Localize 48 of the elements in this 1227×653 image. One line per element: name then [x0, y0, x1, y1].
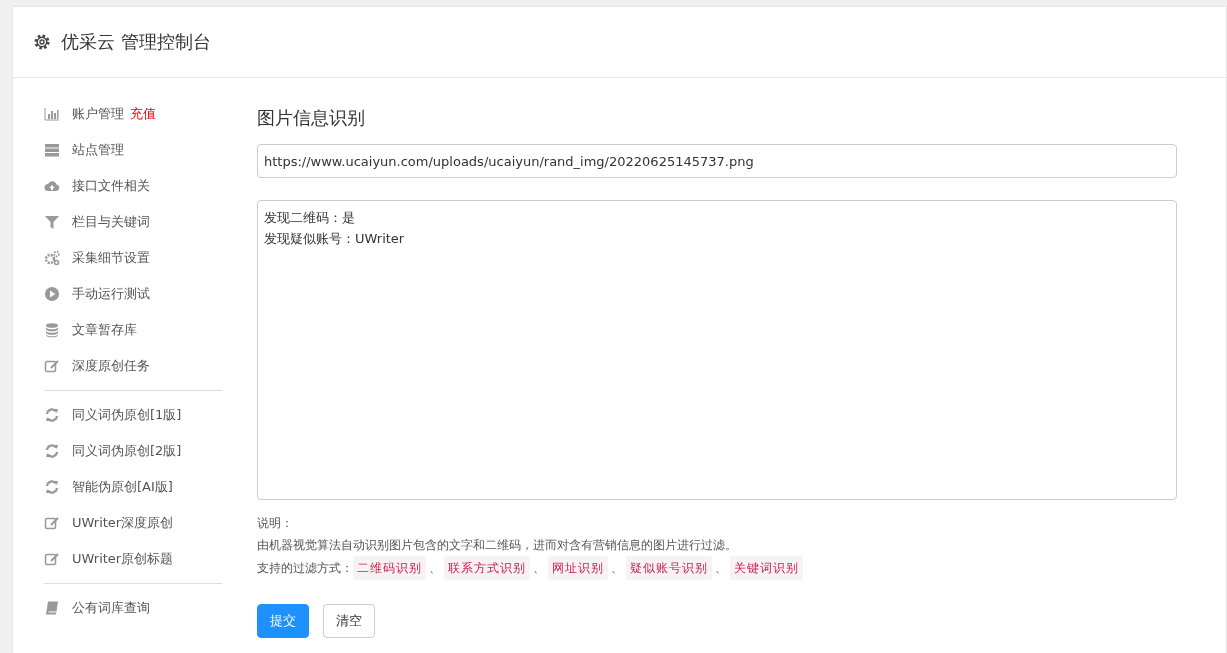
edit-icon	[44, 551, 60, 567]
separator: 、	[533, 560, 545, 577]
cloud-upload-icon	[44, 178, 60, 194]
result-line: 发现疑似账号：UWriter	[264, 230, 405, 248]
filters-label: 支持的过滤方式：	[257, 560, 353, 577]
note-text: 由机器视觉算法自动识别图片包含的文字和二维码，进而对含有营销信息的图片进行过滤。	[257, 537, 738, 554]
separator: 、	[429, 560, 441, 577]
result-line: 发现二维码：是	[264, 209, 355, 227]
sidebar-item[interactable]: 站点管理	[72, 141, 124, 159]
section-title: 图片信息识别	[257, 106, 366, 130]
database-icon	[44, 322, 60, 338]
sidebar-item[interactable]: UWriter深度原创	[72, 514, 174, 532]
book-icon	[44, 600, 60, 616]
filter-tag: 二维码识别	[353, 556, 426, 580]
bar-chart-icon	[44, 106, 60, 122]
edit-icon	[44, 358, 60, 374]
filter-tag: 网址识别	[548, 556, 608, 580]
server-icon	[44, 142, 60, 158]
refresh-icon	[44, 407, 60, 423]
recharge-link[interactable]: 充值	[130, 105, 156, 123]
refresh-icon	[44, 479, 60, 495]
edit-icon	[44, 515, 60, 531]
sidebar-item[interactable]: 同义词伪原创[1版]	[72, 406, 182, 424]
settings-icon	[33, 33, 51, 51]
note-heading: 说明：	[257, 515, 294, 532]
refresh-icon	[44, 443, 60, 459]
filter-icon	[44, 214, 60, 230]
filter-tag: 关键词识别	[730, 556, 803, 580]
console-title: 优采云 管理控制台	[61, 30, 211, 54]
sidebar-item[interactable]: 同义词伪原创[2版]	[72, 442, 182, 460]
filter-tag: 疑似账号识别	[626, 556, 712, 580]
play-icon	[44, 286, 60, 302]
sidebar-item[interactable]: 文章暂存库	[72, 321, 137, 339]
filter-tag: 联系方式识别	[444, 556, 530, 580]
sidebar-item[interactable]: 采集细节设置	[72, 249, 150, 267]
separator: 、	[715, 560, 727, 577]
sidebar-item[interactable]: 公有词库查询	[72, 599, 150, 617]
sidebar-item[interactable]: 智能伪原创[AI版]	[72, 478, 173, 496]
sidebar-item[interactable]: 账户管理	[72, 105, 124, 123]
result-box[interactable]: 发现二维码：是 发现疑似账号：UWriter	[257, 200, 1177, 500]
sidebar-item[interactable]: 手动运行测试	[72, 285, 150, 303]
sidebar-item[interactable]: 接口文件相关	[72, 177, 150, 195]
sidebar-item[interactable]: UWriter原创标题	[72, 550, 174, 568]
separator: 、	[611, 560, 623, 577]
sidebar-item[interactable]: 深度原创任务	[72, 357, 150, 375]
url-field[interactable]: https://www.ucaiyun.com/uploads/ucaiyun/rand_img/20220625145737.png	[257, 144, 1177, 178]
clear-button[interactable]: 清空	[323, 604, 375, 638]
sidebar-item[interactable]: 栏目与关键词	[72, 213, 150, 231]
